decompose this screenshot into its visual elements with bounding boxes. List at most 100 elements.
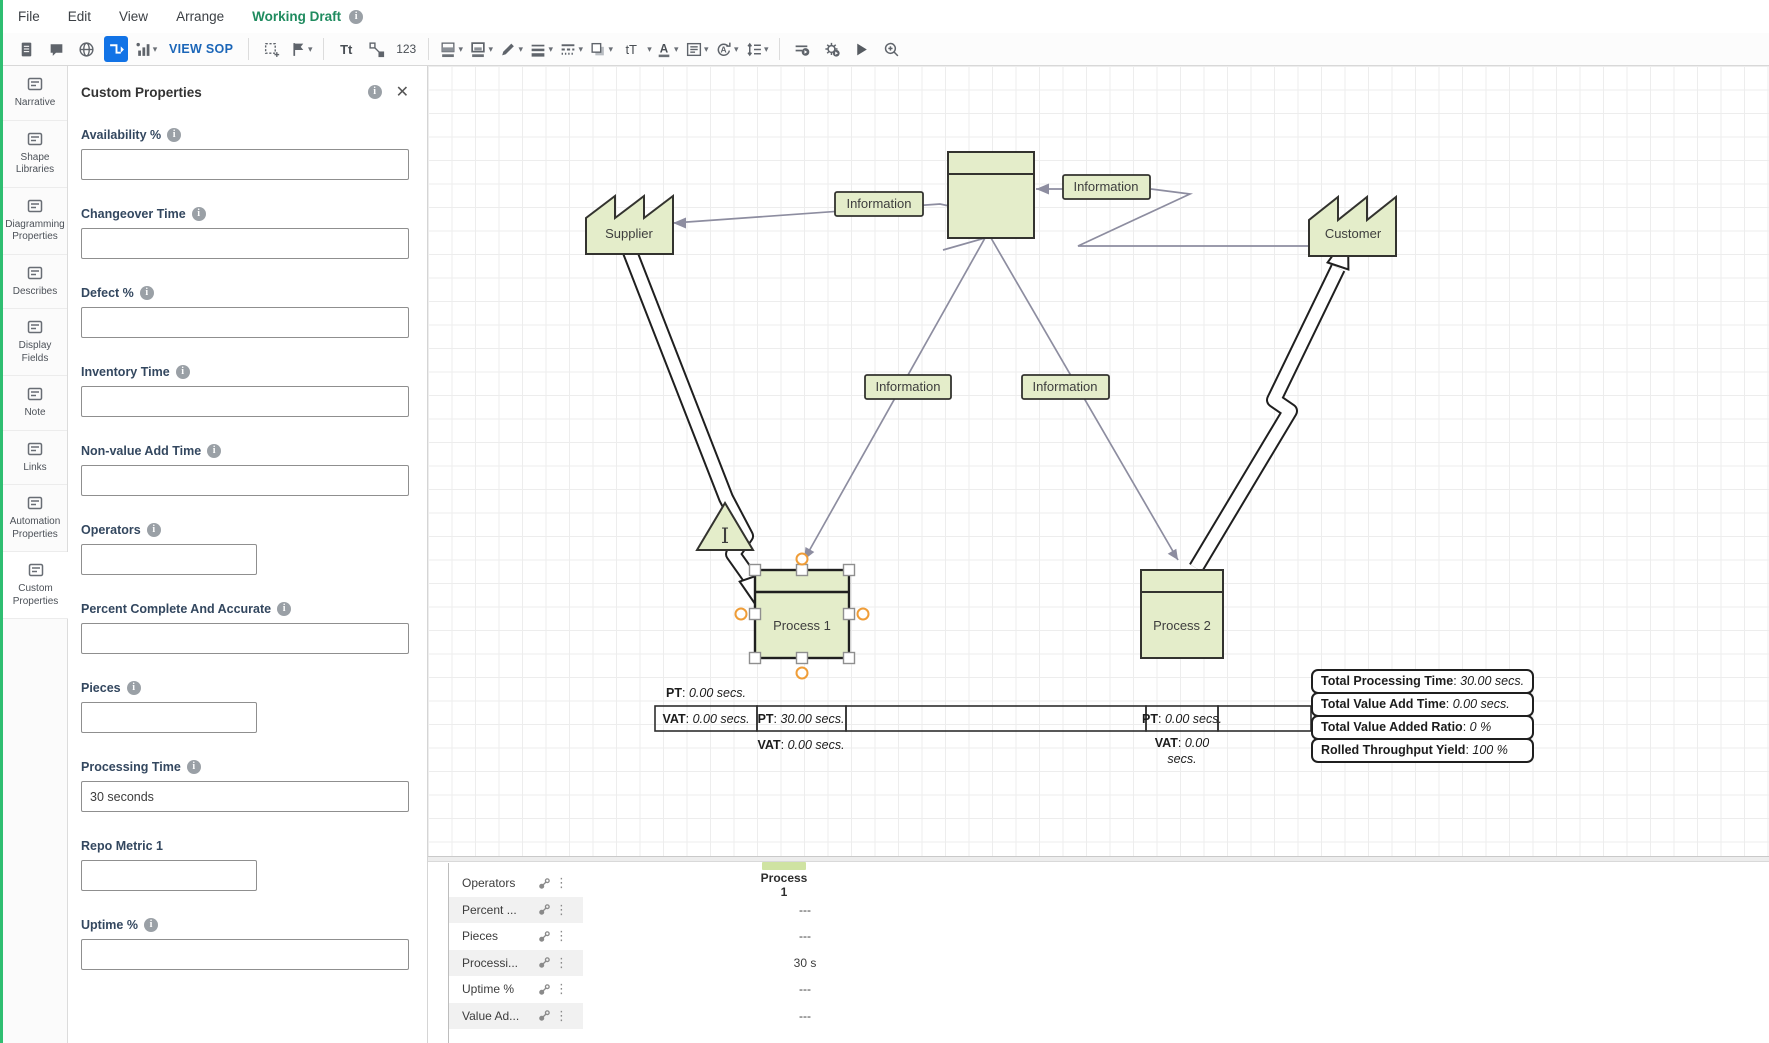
property-field-input[interactable] bbox=[81, 702, 257, 733]
menu-arrange[interactable]: Arrange bbox=[176, 9, 224, 24]
field-info-icon[interactable]: i bbox=[144, 918, 158, 932]
property-field-input[interactable] bbox=[81, 149, 409, 180]
text-color-icon[interactable]: A ▾ bbox=[655, 36, 679, 62]
connector-tool-icon[interactable] bbox=[104, 36, 128, 62]
property-field-input[interactable] bbox=[81, 939, 409, 970]
information-label-2[interactable]: Information bbox=[1063, 175, 1150, 199]
close-icon[interactable]: ✕ bbox=[396, 82, 409, 102]
automation-gear-icon[interactable] bbox=[820, 36, 844, 62]
metrics-chart-icon[interactable]: ▾ bbox=[134, 36, 158, 62]
property-field-input[interactable] bbox=[81, 781, 409, 812]
property-field-input[interactable] bbox=[81, 228, 409, 259]
table-row[interactable]: Percent ... ⋮ --- bbox=[449, 897, 1769, 924]
information-label-1[interactable]: Information bbox=[835, 192, 923, 216]
table-row[interactable]: Uptime % ⋮ --- bbox=[449, 976, 1769, 1003]
sidebar-item[interactable]: Note bbox=[3, 376, 67, 431]
push-arrow-supplier-to-process1[interactable] bbox=[630, 252, 762, 614]
menu-view[interactable]: View bbox=[119, 9, 148, 24]
diagram-canvas[interactable]: Supplier Customer Information Informatio… bbox=[428, 66, 1769, 856]
play-icon[interactable] bbox=[850, 36, 874, 62]
information-label-4[interactable]: Information bbox=[1022, 375, 1109, 399]
data-link-icon[interactable] bbox=[538, 903, 551, 916]
process2-shape[interactable]: Process 2 bbox=[1141, 570, 1223, 658]
kebab-menu-icon[interactable]: ⋮ bbox=[555, 1008, 568, 1024]
data-link-icon[interactable] bbox=[538, 956, 551, 969]
field-info-icon[interactable]: i bbox=[207, 444, 221, 458]
field-info-icon[interactable]: i bbox=[167, 128, 181, 142]
fill-color-icon[interactable]: ▾ bbox=[439, 36, 463, 62]
sidebar-item[interactable]: Describes bbox=[3, 255, 67, 310]
row-label: Percent ... bbox=[462, 903, 534, 917]
field-info-icon[interactable]: i bbox=[187, 760, 201, 774]
table-row[interactable]: Operators ⋮ bbox=[449, 870, 1769, 897]
information-label-3[interactable]: Information bbox=[865, 375, 951, 399]
sidebar-item[interactable]: Display Fields bbox=[3, 309, 67, 376]
property-field-input[interactable] bbox=[81, 623, 409, 654]
panel-resize-handle[interactable] bbox=[428, 856, 1769, 862]
kebab-menu-icon[interactable]: ⋮ bbox=[555, 955, 568, 971]
sidebar-item[interactable]: Narrative bbox=[3, 66, 67, 121]
field-info-icon[interactable]: i bbox=[192, 207, 206, 221]
push-arrow-process2-to-customer[interactable] bbox=[1196, 234, 1348, 568]
zoom-tool-icon[interactable] bbox=[880, 36, 904, 62]
sidebar-item[interactable]: Automation Properties bbox=[3, 485, 67, 552]
data-link-icon[interactable] bbox=[538, 930, 551, 943]
globe-icon[interactable] bbox=[74, 36, 98, 62]
draft-info-icon[interactable]: i bbox=[349, 10, 363, 24]
menu-edit[interactable]: Edit bbox=[68, 9, 91, 24]
table-row[interactable]: Pieces ⋮ --- bbox=[449, 923, 1769, 950]
kebab-menu-icon[interactable]: ⋮ bbox=[555, 875, 568, 891]
sidebar-item[interactable]: Diagramming Properties bbox=[3, 188, 67, 255]
property-field-input[interactable] bbox=[81, 465, 409, 496]
field-info-icon[interactable]: i bbox=[277, 602, 291, 616]
property-field: Non-value Add Time i bbox=[81, 444, 409, 496]
panel-info-icon[interactable]: i bbox=[368, 85, 382, 99]
process1-shape[interactable]: Process 1 bbox=[755, 570, 849, 658]
property-field-input[interactable] bbox=[81, 307, 409, 338]
information-flow-connectors[interactable] bbox=[673, 189, 1309, 560]
sidebar-item[interactable]: Custom Properties bbox=[3, 552, 68, 619]
field-info-icon[interactable]: i bbox=[176, 365, 190, 379]
rotate-text-icon[interactable]: A ▾ bbox=[715, 36, 739, 62]
property-field-input[interactable] bbox=[81, 544, 257, 575]
line-weight-icon[interactable]: ▾ bbox=[529, 36, 553, 62]
comment-icon[interactable] bbox=[44, 36, 68, 62]
kebab-menu-icon[interactable]: ⋮ bbox=[555, 902, 568, 918]
border-color-icon[interactable]: ▾ bbox=[469, 36, 493, 62]
numbers-icon[interactable]: 123 bbox=[394, 36, 418, 62]
text-block-icon[interactable]: ▾ bbox=[685, 36, 709, 62]
data-link-icon[interactable] bbox=[538, 1009, 551, 1022]
table-row[interactable]: Value Ad... ⋮ --- bbox=[449, 1003, 1769, 1030]
kebab-menu-icon[interactable]: ⋮ bbox=[555, 981, 568, 997]
supplier-shape[interactable]: Supplier bbox=[586, 196, 673, 254]
format-painter-icon[interactable]: ▾ bbox=[289, 36, 313, 62]
line-color-icon[interactable]: ▾ bbox=[499, 36, 523, 62]
field-info-icon[interactable]: i bbox=[147, 523, 161, 537]
font-size-icon[interactable]: tT bbox=[619, 36, 643, 62]
customer-shape[interactable]: Customer bbox=[1309, 197, 1396, 256]
menu-file[interactable]: File bbox=[18, 9, 40, 24]
table-row[interactable]: Processi... ⋮ 30 s bbox=[449, 950, 1769, 977]
line-spacing-icon[interactable]: ▾ bbox=[745, 36, 769, 62]
row-label: Operators bbox=[462, 876, 534, 890]
connection-points-icon[interactable] bbox=[364, 36, 388, 62]
text-style-icon[interactable]: Tt bbox=[334, 36, 358, 62]
vsm-totals-box[interactable]: Total Processing Time: 30.00 secs. Total… bbox=[1311, 671, 1534, 763]
view-sop-button[interactable]: VIEW SOP bbox=[169, 42, 233, 56]
field-info-icon[interactable]: i bbox=[127, 681, 141, 695]
sidebar-item[interactable]: Links bbox=[3, 431, 67, 486]
multi-select-icon[interactable] bbox=[259, 36, 283, 62]
working-draft-label[interactable]: Working Draft bbox=[252, 9, 341, 24]
shadow-icon[interactable]: ▾ bbox=[589, 36, 613, 62]
property-field-input[interactable] bbox=[81, 386, 409, 417]
field-info-icon[interactable]: i bbox=[140, 286, 154, 300]
data-link-icon[interactable] bbox=[538, 877, 551, 890]
document-icon[interactable] bbox=[14, 36, 38, 62]
data-link-icon[interactable] bbox=[538, 983, 551, 996]
kebab-menu-icon[interactable]: ⋮ bbox=[555, 928, 568, 944]
data-overlay-icon[interactable] bbox=[790, 36, 814, 62]
sidebar-item[interactable]: Shape Libraries bbox=[3, 121, 67, 188]
production-control-shape[interactable] bbox=[948, 152, 1034, 238]
property-field-input[interactable] bbox=[81, 860, 257, 891]
line-style-icon[interactable]: ▾ bbox=[559, 36, 583, 62]
